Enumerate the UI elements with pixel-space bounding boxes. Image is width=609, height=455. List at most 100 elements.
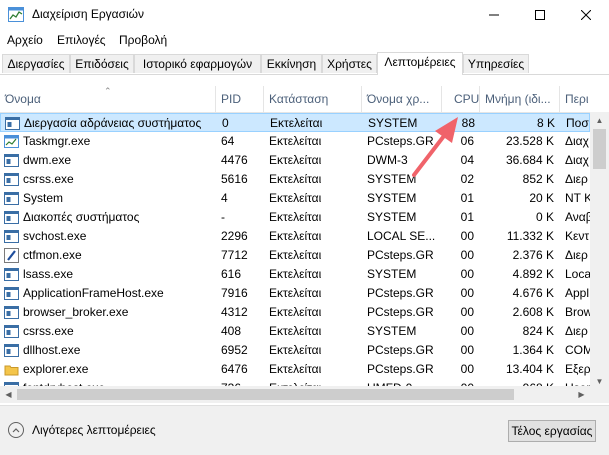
horizontal-scrollbar[interactable]: ◀ ▶ <box>0 386 590 403</box>
column-header-memory[interactable]: Μνήμη (ιδι... <box>480 86 560 112</box>
footer-bar: Λιγότερες λεπτομέρειες Τέλος εργασίας <box>0 405 609 455</box>
tab-details[interactable]: Λεπτομέρειες <box>377 52 463 75</box>
end-task-button[interactable]: Τέλος εργασίας <box>508 420 596 442</box>
cell-user-text: SYSTEM <box>367 191 417 205</box>
cell-user: PCsteps.GR <box>362 341 442 360</box>
cell-cpu: 00 <box>442 341 480 360</box>
cell-pid: 6952 <box>216 341 264 360</box>
cell-status-text: Εκτελείται <box>269 248 322 262</box>
cell-status: Εκτελείται <box>264 170 362 189</box>
cell-mem: 2.376 K <box>480 246 560 265</box>
cell-desc-text: Ποσ <box>566 116 589 130</box>
vertical-scrollbar[interactable]: ▲ ▼ <box>590 112 609 390</box>
column-header-user[interactable]: Όνομα χρ... <box>362 86 442 112</box>
cell-name-text: Διακοπές συστήματος <box>23 210 140 224</box>
table-row[interactable]: browser_broker.exe 4312 Εκτελείται PCsteps.… <box>0 303 592 322</box>
cell-status: Εκτελείται <box>264 246 362 265</box>
cell-name: lsass.exe <box>0 265 216 284</box>
cell-name: csrss.exe <box>0 322 216 341</box>
cell-user-text: SYSTEM <box>367 172 417 186</box>
table-row[interactable]: Διακοπές συστήματος - Εκτελείται SYSTEM 01 0 … <box>0 208 593 227</box>
tab-startup[interactable]: Εκκίνηση <box>261 54 322 73</box>
close-button[interactable] <box>563 0 609 30</box>
table-row[interactable]: lsass.exe 616 Εκτελείται SYSTEM 00 4.892 K Loc… <box>0 265 592 284</box>
cell-cpu-text: 01 <box>460 210 474 224</box>
vertical-scroll-thumb[interactable] <box>593 129 606 169</box>
cell-pid-text: 4 <box>221 191 228 205</box>
tab-processes[interactable]: Διεργασίες <box>2 54 70 73</box>
cell-name-text: ctfmon.exe <box>23 248 82 262</box>
table-row[interactable]: Διεργασία αδράνειας συστήματος 0 Εκτελείτα… <box>0 113 590 132</box>
table-row[interactable]: Taskmgr.exe 64 Εκτελείται PCsteps.GR 06 23.52… <box>0 132 590 151</box>
column-header-description[interactable]: Περι <box>560 86 600 112</box>
cell-pid: 5616 <box>216 170 264 189</box>
cell-status-text: Εκτελείται <box>269 210 322 224</box>
tab-performance[interactable]: Επιδόσεις <box>70 54 134 73</box>
title-bar: Διαχείριση Εργασιών <box>0 0 609 30</box>
menu-options[interactable]: Επιλογές <box>57 33 106 47</box>
menu-view[interactable]: Προβολή <box>119 33 167 47</box>
table-row[interactable]: csrss.exe 408 Εκτελείται SYSTEM 00 824 K Διερ <box>0 322 590 341</box>
column-header-name[interactable]: ⌃ Όνομα <box>0 86 216 112</box>
window-icon <box>4 286 19 301</box>
cell-status-text: Εκτελείται <box>269 286 322 300</box>
table-row[interactable]: System 4 Εκτελείται SYSTEM 01 20 K NT K <box>0 189 592 208</box>
cell-cpu: 00 <box>442 303 480 322</box>
fewer-details-label: Λιγότερες λεπτομέρειες <box>32 423 156 437</box>
scroll-right-icon[interactable]: ▶ <box>573 386 590 403</box>
cell-user-text: SYSTEM <box>368 116 418 130</box>
table-row[interactable]: svchost.exe 2296 Εκτελείται LOCAL SE... 00 11… <box>0 227 590 246</box>
cell-pid-text: 7916 <box>221 286 248 300</box>
tab-services[interactable]: Υπηρεσίες <box>463 54 529 73</box>
cell-user-text: SYSTEM <box>367 210 417 224</box>
cell-user: SYSTEM <box>362 189 442 208</box>
cell-desc-text: Loca <box>565 267 592 281</box>
cell-cpu: 00 <box>442 322 480 341</box>
cell-name: csrss.exe <box>0 170 216 189</box>
table-header: ⌃ Όνομα PID Κατάσταση Όνομα χρ... CPU Μν… <box>0 86 609 113</box>
cell-pid-text: 616 <box>221 267 242 281</box>
cell-desc-text: Διαχ <box>565 153 589 167</box>
horizontal-scroll-thumb[interactable] <box>17 389 514 400</box>
cell-cpu: 02 <box>442 170 480 189</box>
cell-cpu: 00 <box>442 227 480 246</box>
table-row[interactable]: ApplicationFrameHost.exe 7916 Εκτελείται PC… <box>0 284 590 303</box>
cell-status: Εκτελείται <box>264 227 362 246</box>
cell-pid: 7712 <box>216 246 264 265</box>
table-row[interactable]: explorer.exe 6476 Εκτελείται PCsteps.GR 00 13… <box>0 360 591 379</box>
cell-mem-text: 4.892 K <box>512 267 554 281</box>
tab-bar: Διεργασίες Επιδόσεις Ιστορικό εφαρμογών … <box>0 52 609 75</box>
cell-name: dwm.exe <box>0 151 216 170</box>
window-icon <box>4 153 19 168</box>
cell-name-text: System <box>23 191 64 205</box>
cell-name: System <box>0 189 216 208</box>
table-row[interactable]: dllhost.exe 6952 Εκτελείται PCsteps.GR 00 1.3… <box>0 341 593 360</box>
cell-user: PCsteps.GR <box>362 284 442 303</box>
window-icon <box>5 116 20 131</box>
cell-status: Εκτελείται <box>264 322 362 341</box>
table-row[interactable]: ctfmon.exe 7712 Εκτελείται PCsteps.GR 00 2.37… <box>0 246 590 265</box>
cell-desc-text: Αναβ <box>565 210 593 224</box>
cell-cpu-text: 00 <box>460 248 474 262</box>
cell-user: PCsteps.GR <box>362 132 442 151</box>
maximize-button[interactable] <box>517 0 563 30</box>
cell-cpu: 00 <box>442 265 480 284</box>
column-header-pid[interactable]: PID <box>216 86 264 112</box>
column-header-cpu[interactable]: CPU <box>442 86 480 112</box>
column-header-status[interactable]: Κατάσταση <box>264 86 362 112</box>
table-row[interactable]: csrss.exe 5616 Εκτελείται SYSTEM 02 852 K Διερ <box>0 170 590 189</box>
cell-name-text: browser_broker.exe <box>23 305 129 319</box>
minimize-button[interactable] <box>471 0 517 30</box>
cell-mem-text: 11.332 K <box>506 229 554 243</box>
scroll-left-icon[interactable]: ◀ <box>0 386 17 403</box>
scroll-up-icon[interactable]: ▲ <box>590 112 609 129</box>
tab-users[interactable]: Χρήστες <box>322 54 377 73</box>
menu-file[interactable]: Αρχείο <box>7 33 43 47</box>
cell-user: SYSTEM <box>362 265 442 284</box>
fewer-details-link[interactable]: Λιγότερες λεπτομέρειες <box>8 422 156 438</box>
pen-icon <box>4 248 19 263</box>
table-row[interactable]: dwm.exe 4476 Εκτελείται DWM-3 04 36.684 K Διαχ <box>0 151 590 170</box>
cell-pid-text: 7712 <box>221 248 248 262</box>
cell-desc-text: COM <box>565 343 593 357</box>
tab-app-history[interactable]: Ιστορικό εφαρμογών <box>134 54 261 73</box>
